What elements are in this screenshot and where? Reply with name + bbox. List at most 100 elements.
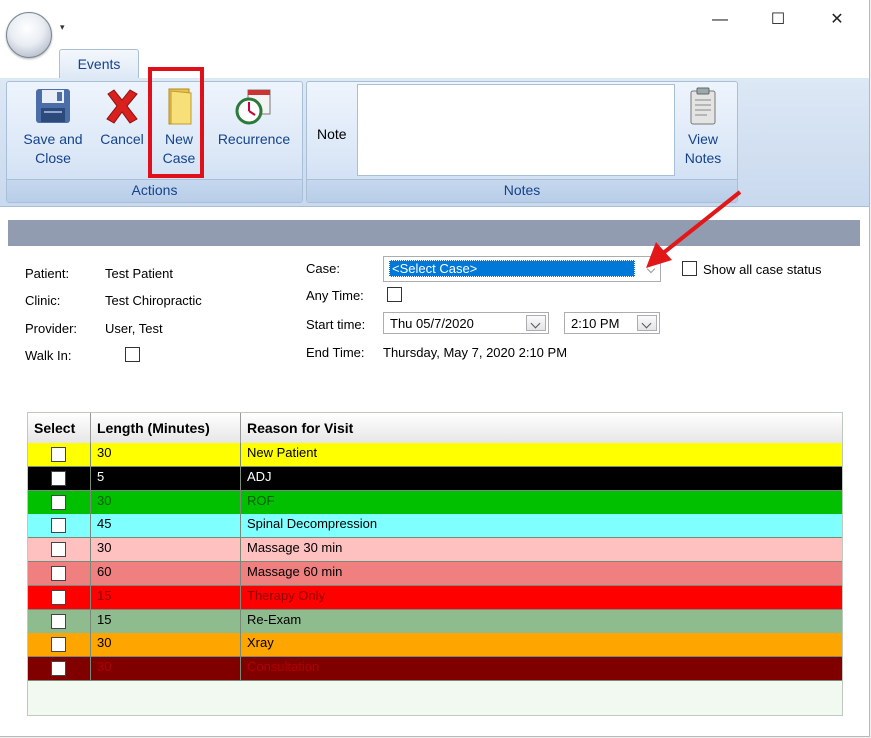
table-row[interactable]: 30 Xray: [28, 633, 842, 658]
length-cell: 15: [91, 585, 241, 609]
quick-access-dropdown-icon[interactable]: ▾: [60, 22, 65, 33]
select-cell: [28, 609, 91, 633]
walk-in-label: Walk In:: [25, 348, 72, 363]
row-select-checkbox[interactable]: [51, 542, 66, 558]
row-select-checkbox[interactable]: [51, 637, 66, 653]
minimize-button[interactable]: —: [705, 8, 735, 32]
any-time-label: Any Time:: [306, 288, 364, 303]
recurrence-label: Recurrence: [217, 131, 291, 147]
recurrence-button[interactable]: Recurrence: [211, 86, 297, 149]
table-row[interactable]: 30 Consultation: [28, 657, 842, 682]
save-and-close-button[interactable]: Save and Close: [17, 86, 89, 168]
clinic-value: Test Chiropractic: [105, 293, 202, 308]
close-button[interactable]: ✕: [822, 8, 852, 32]
start-time-label: Start time:: [306, 317, 366, 332]
row-select-checkbox[interactable]: [51, 447, 66, 462]
length-cell: 5: [91, 466, 241, 490]
length-cell: 45: [91, 514, 241, 538]
select-cell: [28, 538, 91, 562]
reason-cell: Massage 60 min: [247, 564, 343, 579]
start-date-value: Thu 05/7/2020: [390, 316, 474, 331]
walk-in-checkbox[interactable]: [125, 347, 140, 362]
new-case-highlight-annotation: [148, 67, 204, 178]
note-label: Note: [317, 126, 347, 142]
table-row[interactable]: 30 ROF: [28, 490, 842, 515]
note-input[interactable]: [357, 84, 675, 176]
case-label: Case:: [306, 261, 340, 276]
column-header-reason[interactable]: Reason for Visit: [241, 413, 842, 443]
start-time-picker[interactable]: 2:10 PM: [564, 312, 660, 334]
column-header-length[interactable]: Length (Minutes): [91, 413, 241, 443]
red-arrow-annotation: [646, 190, 742, 268]
save-label-line1: Save and: [23, 131, 83, 147]
row-select-checkbox[interactable]: [51, 566, 66, 581]
provider-value: User, Test: [105, 321, 163, 336]
select-cell: [28, 562, 91, 585]
row-select-checkbox[interactable]: [51, 494, 66, 510]
actions-group-label: Actions: [7, 179, 302, 202]
provider-label: Provider:: [25, 321, 78, 336]
cancel-button[interactable]: Cancel: [95, 86, 149, 149]
grid-header: Select Length (Minutes) Reason for Visit: [28, 413, 842, 444]
end-time-value: Thursday, May 7, 2020 2:10 PM: [383, 345, 568, 360]
red-x-icon: [102, 86, 142, 126]
length-cell: 60: [91, 562, 241, 585]
patient-value: Test Patient: [105, 266, 173, 281]
end-time-label: End Time:: [306, 345, 365, 360]
start-date-dropdown-icon[interactable]: [526, 315, 546, 331]
table-row[interactable]: 15 Re-Exam: [28, 609, 842, 634]
reason-cell: Re-Exam: [247, 611, 302, 627]
row-select-checkbox[interactable]: [51, 470, 66, 486]
floppy-disk-icon: [33, 86, 73, 126]
reason-cell: ROF: [247, 492, 275, 508]
select-cell: [28, 443, 91, 466]
select-cell: [28, 633, 91, 657]
length-cell: 30: [91, 633, 241, 657]
length-cell: 15: [91, 609, 241, 633]
view-notes-label-line2: Notes: [684, 150, 722, 166]
patient-label: Patient:: [25, 266, 70, 281]
start-time-value: 2:10 PM: [571, 316, 620, 331]
select-cell: [28, 490, 91, 514]
reason-cell: Massage 30 min: [247, 540, 343, 556]
start-time-dropdown-icon[interactable]: [637, 315, 657, 331]
clipboard-icon: [683, 86, 723, 126]
reason-cell: Therapy Only: [247, 587, 326, 603]
row-select-checkbox[interactable]: [51, 518, 66, 534]
reason-cell: Xray: [247, 635, 274, 651]
row-select-checkbox[interactable]: [51, 589, 66, 605]
select-cell: [28, 657, 91, 681]
ribbon-tab-strip: Events: [0, 44, 869, 79]
any-time-checkbox[interactable]: [387, 287, 402, 302]
table-row[interactable]: 60 Massage 60 min: [28, 562, 842, 586]
application-menu-button[interactable]: [6, 12, 52, 58]
calendar-clock-icon: [234, 86, 274, 126]
reason-cell: ADJ: [247, 468, 272, 484]
length-cell: 30: [91, 490, 241, 514]
length-cell: 30: [91, 657, 241, 681]
table-row[interactable]: 30 Massage 30 min: [28, 538, 842, 563]
length-cell: 30: [91, 443, 241, 466]
select-cell: [28, 585, 91, 609]
case-select-value[interactable]: <Select Case>: [389, 260, 635, 277]
start-date-picker[interactable]: Thu 05/7/2020: [383, 312, 549, 334]
select-cell: [28, 514, 91, 538]
save-label-line2: Close: [35, 150, 71, 166]
row-select-checkbox[interactable]: [51, 613, 66, 629]
table-row[interactable]: 45 Spinal Decompression: [28, 514, 842, 539]
tab-events[interactable]: Events: [59, 49, 139, 79]
visit-reasons-grid: Select Length (Minutes) Reason for Visit…: [27, 412, 843, 716]
maximize-button[interactable]: ☐: [763, 8, 793, 32]
table-row[interactable]: 30 New Patient: [28, 443, 842, 467]
column-header-select[interactable]: Select: [28, 413, 91, 443]
cancel-label: Cancel: [100, 131, 144, 147]
view-notes-button[interactable]: View Notes: [679, 86, 727, 168]
title-bar: ▾ — ☐ ✕: [0, 0, 869, 44]
reason-cell: Consultation: [247, 659, 320, 675]
table-row[interactable]: 5 ADJ: [28, 466, 842, 491]
table-row[interactable]: 15 Therapy Only: [28, 585, 842, 610]
view-notes-label-line1: View: [687, 131, 719, 147]
reason-cell: Spinal Decompression: [247, 516, 378, 532]
row-select-checkbox[interactable]: [51, 661, 66, 677]
reason-cell: New Patient: [247, 445, 318, 460]
